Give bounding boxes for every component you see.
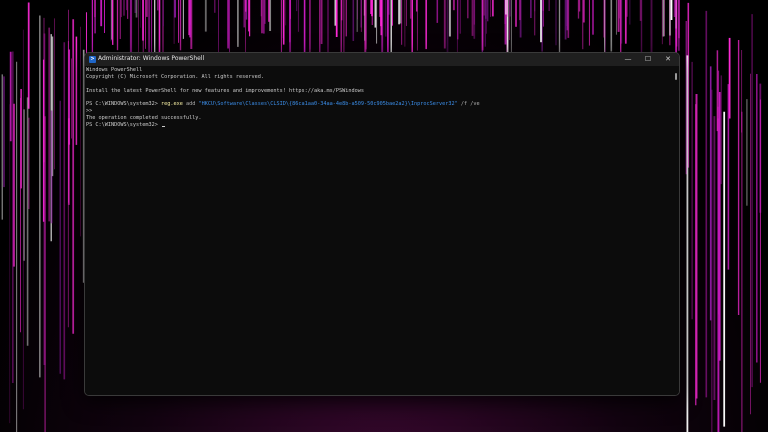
command-flags: /f /ve bbox=[457, 101, 480, 107]
text-cursor bbox=[161, 126, 165, 127]
command-registry-key: "HKCU\Software\Classes\CLSID\{86ca1aa0-3… bbox=[198, 101, 458, 107]
window-title: Administrator: Windows PowerShell bbox=[98, 55, 205, 62]
command-executable: reg.exe bbox=[160, 101, 183, 107]
terminal-output[interactable]: Windows PowerShell Copyright (C) Microso… bbox=[85, 66, 679, 395]
maximize-button[interactable]: ☐ bbox=[638, 53, 658, 66]
terminal-line-copyright: Copyright (C) Microsoft Corporation. All… bbox=[86, 74, 265, 80]
powershell-icon: > bbox=[89, 56, 96, 63]
terminal-line-prompt[interactable]: PS C:\WINDOWS\system32> bbox=[86, 122, 165, 129]
prompt: PS C:\WINDOWS\system32> bbox=[86, 122, 161, 128]
minimize-button[interactable]: — bbox=[618, 53, 638, 66]
powershell-window[interactable]: > Administrator: Windows PowerShell — ☐ … bbox=[84, 52, 680, 396]
close-button[interactable]: ✕ bbox=[658, 53, 678, 66]
terminal-line-install-hint: Install the latest PowerShell for new fe… bbox=[86, 88, 364, 94]
title-bar[interactable]: > Administrator: Windows PowerShell — ☐ … bbox=[85, 53, 679, 66]
terminal-line-continuation: >> bbox=[86, 108, 93, 114]
prompt: PS C:\WINDOWS\system32> bbox=[86, 101, 161, 107]
command-verb: add bbox=[182, 101, 199, 107]
terminal-line-command: PS C:\WINDOWS\system32> reg.exe add "HKC… bbox=[86, 101, 480, 108]
scrollbar-thumb[interactable] bbox=[675, 73, 677, 80]
terminal-line-result: The operation completed successfully. bbox=[86, 115, 202, 121]
terminal-line-header: Windows PowerShell bbox=[86, 67, 143, 73]
